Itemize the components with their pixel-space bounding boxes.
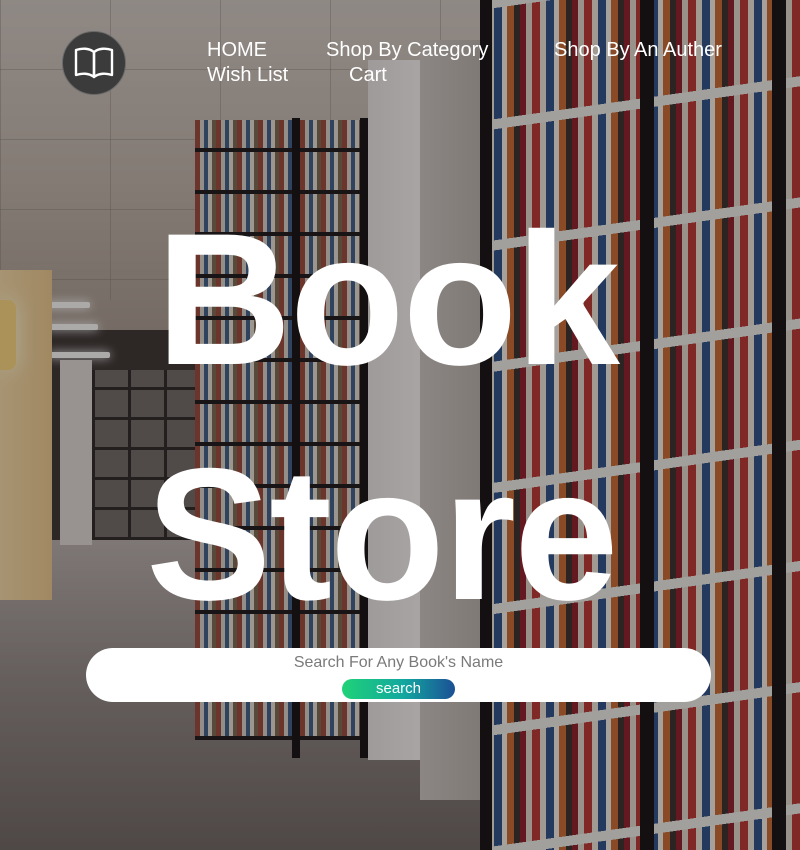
hero-title-line-2: Store xyxy=(146,429,619,639)
nav-cart[interactable]: Cart xyxy=(349,63,387,87)
page: HOME Shop By Category Shop By An Auther … xyxy=(0,0,800,850)
library-background-image xyxy=(0,0,800,850)
nav-home[interactable]: HOME xyxy=(207,38,267,62)
nav-shop-by-author[interactable]: Shop By An Auther xyxy=(554,38,722,62)
logo[interactable] xyxy=(62,31,126,95)
background-overlay xyxy=(0,0,800,850)
nav-wish-list[interactable]: Wish List xyxy=(207,63,288,87)
open-book-icon xyxy=(74,47,114,79)
search-button[interactable]: search xyxy=(342,679,455,699)
hero-title-line-1: Book xyxy=(156,194,620,404)
search-input[interactable] xyxy=(256,654,541,672)
search-bar: search xyxy=(86,648,711,702)
nav-shop-by-category[interactable]: Shop By Category xyxy=(326,38,488,62)
